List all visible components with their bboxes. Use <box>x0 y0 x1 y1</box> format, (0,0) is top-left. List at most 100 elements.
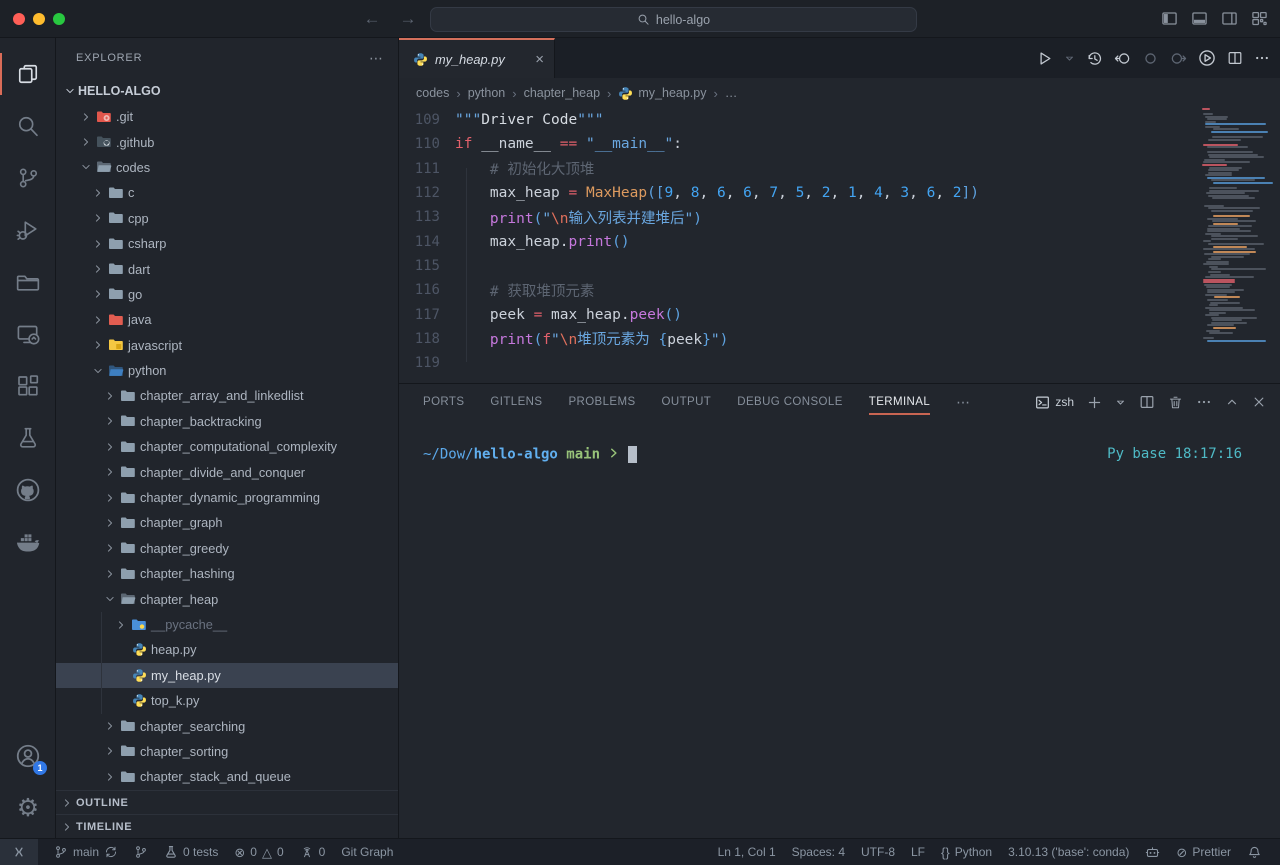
panel-tab-output[interactable]: OUTPUT <box>662 384 712 420</box>
tree-item-cpp[interactable]: cpp <box>56 206 398 231</box>
tree-item--github[interactable]: .github <box>56 129 398 154</box>
explorer-more-actions-button[interactable]: ⋯ <box>369 50 384 67</box>
kill-terminal-button[interactable] <box>1168 395 1183 410</box>
close-panel-button[interactable] <box>1252 395 1266 409</box>
status-prettier[interactable]: ⊘Prettier <box>1168 839 1239 865</box>
chevron-right-icon[interactable] <box>78 112 94 122</box>
layout-panel-icon[interactable] <box>1191 10 1208 27</box>
split-editor-icon[interactable] <box>1227 50 1243 66</box>
chevron-right-icon[interactable] <box>78 137 94 147</box>
tree-item-chapter-graph[interactable]: chapter_graph <box>56 510 398 535</box>
breadcrumb-item-4[interactable]: … <box>725 86 738 100</box>
chevron-right-icon[interactable] <box>90 289 106 299</box>
status-git-graph[interactable]: Git Graph <box>333 839 401 865</box>
activity-accounts[interactable]: 1 <box>0 730 56 782</box>
panel-tab-debug-console[interactable]: DEBUG CONSOLE <box>737 384 843 420</box>
chevron-right-icon[interactable] <box>90 188 106 198</box>
terminal-shell-select[interactable]: zsh <box>1035 395 1074 410</box>
code-editor[interactable]: 109"""Driver Code"""110if __name__ == "_… <box>399 108 1280 383</box>
breadcrumb-item-2[interactable]: chapter_heap <box>524 86 600 100</box>
tree-item-my-heap-py[interactable]: my_heap.py <box>56 663 398 688</box>
layout-sidebar-left-icon[interactable] <box>1161 10 1178 27</box>
chevron-down-icon[interactable] <box>102 594 118 604</box>
status-eol[interactable]: LF <box>903 839 933 865</box>
status-encoding[interactable]: UTF-8 <box>853 839 903 865</box>
status-cursor-position[interactable]: Ln 1, Col 1 <box>710 839 784 865</box>
breadcrumb-item-3[interactable]: my_heap.py <box>618 86 706 101</box>
activity-run-debug[interactable] <box>0 204 56 256</box>
minimap[interactable] <box>1202 108 1276 348</box>
activity-source-control[interactable] <box>0 152 56 204</box>
tree-item-java[interactable]: java <box>56 307 398 332</box>
maximize-window-button[interactable] <box>53 13 65 25</box>
breadcrumb-item-1[interactable]: python <box>468 86 506 100</box>
activity-project-manager[interactable] <box>0 256 56 308</box>
more-actions-icon[interactable] <box>1254 50 1270 66</box>
chevron-right-icon[interactable] <box>102 391 118 401</box>
section-outline[interactable]: OUTLINE <box>56 790 398 814</box>
split-terminal-button[interactable] <box>1139 394 1155 410</box>
tree-item-chapter-heap[interactable]: chapter_heap <box>56 586 398 611</box>
tree-item-codes[interactable]: codes <box>56 155 398 180</box>
chevron-down-icon[interactable] <box>78 162 94 172</box>
breadcrumb-item-0[interactable]: codes <box>416 86 449 100</box>
chevron-right-icon[interactable] <box>102 493 118 503</box>
tree-item-python[interactable]: python <box>56 358 398 383</box>
tree-item-top-k-py[interactable]: top_k.py <box>56 688 398 713</box>
chevron-right-icon[interactable] <box>90 213 106 223</box>
tree-item-chapter-stack-and-queue[interactable]: chapter_stack_and_queue <box>56 764 398 789</box>
status-indentation[interactable]: Spaces: 4 <box>784 839 853 865</box>
status-remote-indicator[interactable] <box>0 839 38 865</box>
layout-grid-icon[interactable] <box>1251 10 1268 27</box>
status-language-mode[interactable]: {}Python <box>933 839 1000 865</box>
tree-item-javascript[interactable]: javascript <box>56 333 398 358</box>
tree-item-dart[interactable]: dart <box>56 256 398 281</box>
tree-item-chapter-searching[interactable]: chapter_searching <box>56 713 398 738</box>
new-terminal-button[interactable] <box>1087 395 1102 410</box>
activity-github[interactable] <box>0 464 56 516</box>
tree-item-chapter-backtracking[interactable]: chapter_backtracking <box>56 409 398 434</box>
status-notifications[interactable] <box>1239 839 1270 865</box>
layout-sidebar-right-icon[interactable] <box>1221 10 1238 27</box>
open-changes-forward-icon[interactable] <box>1170 50 1187 67</box>
history-back-button[interactable]: ← <box>362 9 382 29</box>
status-gitlens-toggle[interactable] <box>126 839 156 865</box>
tree-item-c[interactable]: c <box>56 180 398 205</box>
activity-testing[interactable] <box>0 412 56 464</box>
tree-item-chapter-hashing[interactable]: chapter_hashing <box>56 561 398 586</box>
maximize-panel-button[interactable] <box>1225 395 1239 409</box>
tree-item--git[interactable]: .git <box>56 104 398 129</box>
activity-remote-explorer[interactable] <box>0 308 56 360</box>
chevron-right-icon[interactable] <box>102 569 118 579</box>
terminal-dropdown[interactable] <box>1115 397 1126 408</box>
terminal[interactable]: ~/Dow/hello-algo main Py base 18:17:16 <box>399 420 1280 838</box>
panel-more-actions[interactable] <box>1196 394 1212 410</box>
activity-settings[interactable]: ⚙ <box>0 782 56 834</box>
tree-root-hello-algo[interactable]: HELLO-ALGO <box>56 78 398 104</box>
chevron-right-icon[interactable] <box>90 340 106 350</box>
close-window-button[interactable] <box>13 13 25 25</box>
chevron-right-icon[interactable] <box>113 620 129 630</box>
chevron-right-icon[interactable] <box>102 721 118 731</box>
chevron-right-icon[interactable] <box>90 315 106 325</box>
section-timeline[interactable]: TIMELINE <box>56 814 398 838</box>
chevron-right-icon[interactable] <box>102 772 118 782</box>
tree-item-chapter-computational-complexity[interactable]: chapter_computational_complexity <box>56 434 398 459</box>
command-center-search[interactable]: hello-algo <box>430 7 917 32</box>
tree-item-chapter-greedy[interactable]: chapter_greedy <box>56 536 398 561</box>
status-problems-status[interactable]: ⊗0△0 <box>226 839 291 865</box>
history-forward-button[interactable]: → <box>398 9 418 29</box>
close-tab-icon[interactable]: × <box>535 51 544 68</box>
chevron-right-icon[interactable] <box>90 239 106 249</box>
tree-item-chapter-divide-and-conquer[interactable]: chapter_divide_and_conquer <box>56 459 398 484</box>
run-dropdown-icon[interactable] <box>1064 53 1075 64</box>
code-runner-icon[interactable] <box>1198 49 1216 67</box>
chevron-right-icon[interactable] <box>102 543 118 553</box>
activity-extensions[interactable] <box>0 360 56 412</box>
activity-search[interactable] <box>0 100 56 152</box>
chevron-right-icon[interactable] <box>102 416 118 426</box>
minimize-window-button[interactable] <box>33 13 45 25</box>
panel-tabs-more[interactable]: ⋯ <box>956 394 970 411</box>
chevron-right-icon[interactable] <box>102 518 118 528</box>
status-python-interpreter[interactable]: 3.10.13 ('base': conda) <box>1000 839 1137 865</box>
